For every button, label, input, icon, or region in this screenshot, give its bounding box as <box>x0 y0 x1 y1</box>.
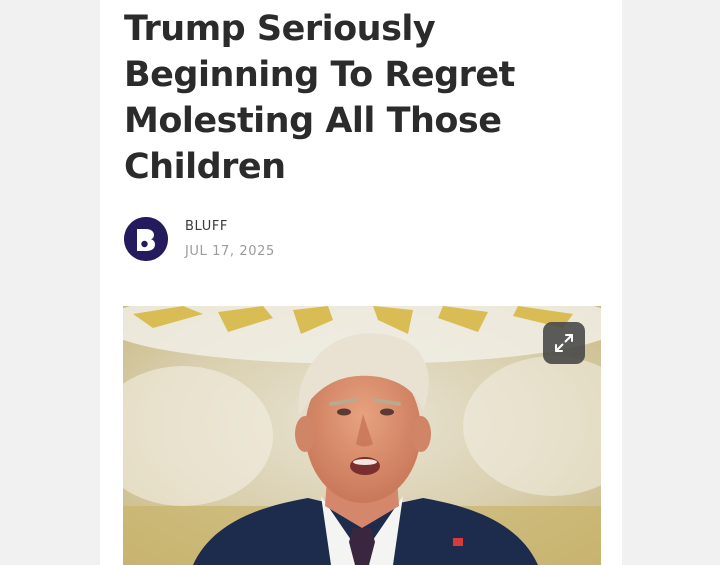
article-headline: Trump Seriously Beginning To Regret Mole… <box>124 9 515 187</box>
article-hero-image[interactable] <box>123 306 601 565</box>
expand-image-button[interactable] <box>543 322 585 364</box>
expand-arrows-icon <box>555 334 573 352</box>
publish-date: JUL 17, 2025 <box>185 244 275 259</box>
hero-photo <box>123 306 601 565</box>
author-name[interactable]: BLUFF <box>185 219 228 234</box>
article-page: Trump Seriously Beginning To Regret Mole… <box>100 0 622 565</box>
article-byline: BLUFF JUL 17, 2025 <box>124 215 594 265</box>
publisher-avatar[interactable] <box>124 217 168 261</box>
publisher-b-logo-icon <box>124 217 168 261</box>
